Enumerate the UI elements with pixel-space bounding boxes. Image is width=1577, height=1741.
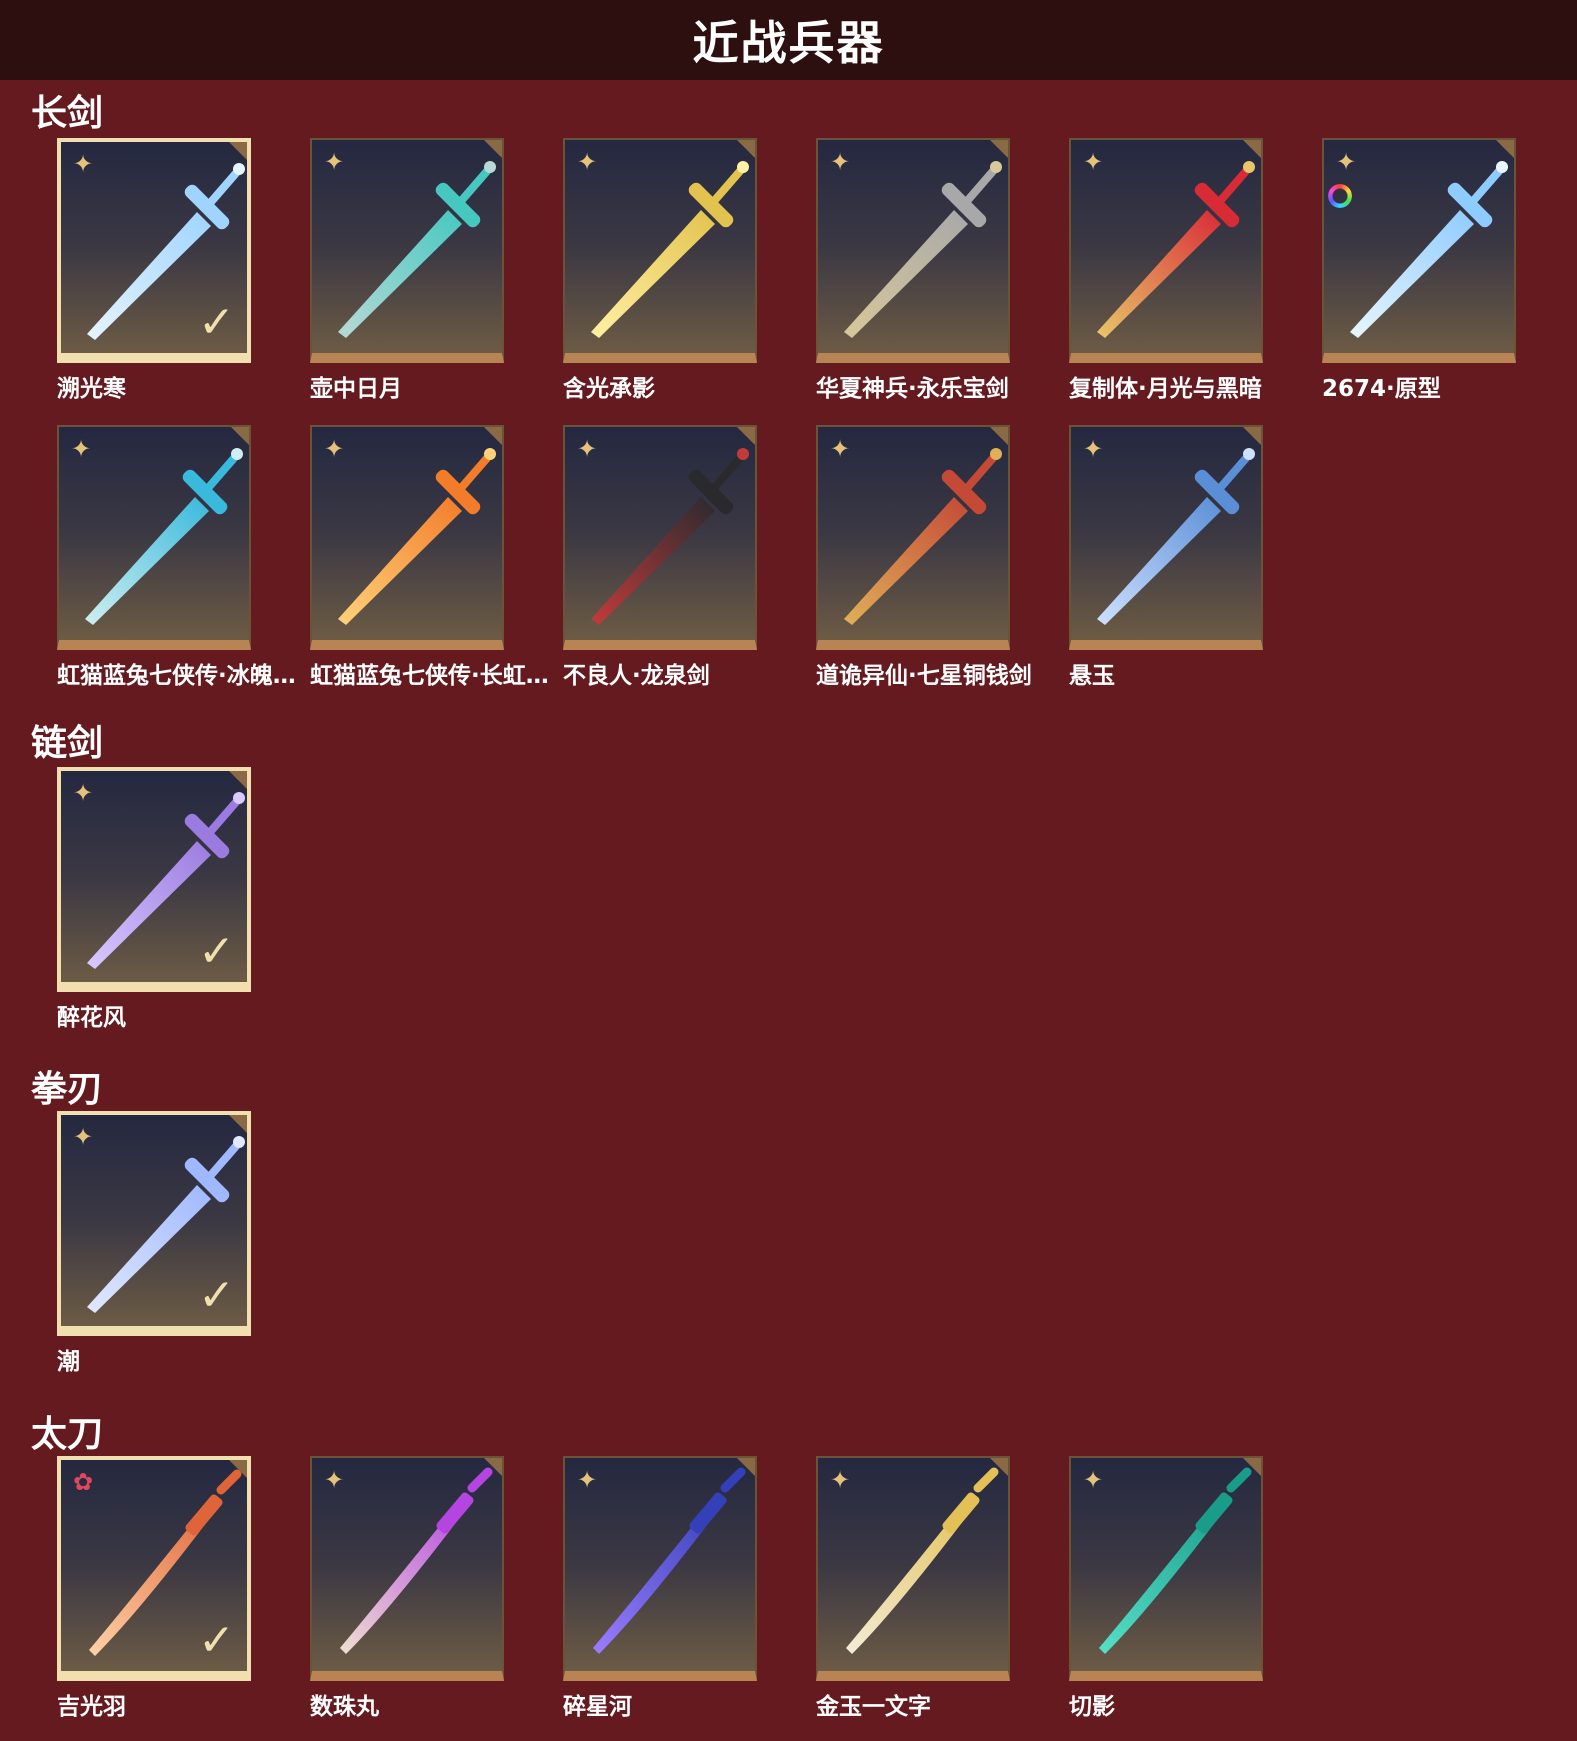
weapon-card[interactable]: ✦	[1069, 1456, 1263, 1681]
weapon-name: 道诡异仙·七星铜钱剑	[816, 663, 1032, 689]
weapon-card[interactable]: ✦	[310, 425, 504, 650]
rarity-star-icon: ✿	[72, 1468, 94, 1496]
rarity-star-icon: ✦	[72, 1123, 94, 1151]
weapon-name: 金玉一文字	[816, 1694, 931, 1720]
weapon-name: 2674·原型	[1322, 376, 1441, 402]
weapon-name: 虹猫蓝兔七侠传·冰魄…	[57, 663, 296, 689]
checkmark-icon: ✓	[198, 1270, 235, 1321]
weapon-card[interactable]: ✦ ✓	[57, 767, 251, 992]
weapon-card[interactable]: ✦	[563, 425, 757, 650]
weapon-name: 悬玉	[1069, 663, 1115, 689]
checkmark-icon: ✓	[198, 926, 235, 977]
weapon-card[interactable]: ✦	[563, 138, 757, 363]
weapon-name: 不良人·龙泉剑	[563, 663, 710, 689]
rarity-star-icon: ✦	[72, 779, 94, 807]
weapon-card[interactable]: ✦	[1069, 138, 1263, 363]
weapon-card[interactable]: ✦ ✓	[57, 1111, 251, 1336]
rarity-star-icon: ✦	[323, 148, 345, 176]
rarity-star-icon: ✦	[576, 435, 598, 463]
weapon-card[interactable]: ✦	[816, 138, 1010, 363]
checkmark-icon: ✓	[198, 1615, 235, 1666]
weapon-card[interactable]: ✦	[310, 1456, 504, 1681]
weapon-name: 切影	[1069, 1694, 1115, 1720]
rarity-star-icon: ✦	[1082, 148, 1104, 176]
weapon-name: 醉花风	[57, 1005, 126, 1031]
weapon-name: 含光承影	[563, 376, 655, 402]
weapon-name: 虹猫蓝兔七侠传·长虹…	[310, 663, 549, 689]
rarity-star-icon: ✦	[70, 435, 92, 463]
rarity-star-icon: ✦	[72, 150, 94, 178]
weapon-name: 潮	[57, 1349, 80, 1375]
rarity-star-icon: ✦	[323, 1466, 345, 1494]
rarity-star-icon: ✦	[829, 435, 851, 463]
weapon-card[interactable]: ✦	[816, 425, 1010, 650]
weapon-name: 华夏神兵·永乐宝剑	[816, 376, 1009, 402]
weapon-card[interactable]: ✦	[57, 425, 251, 650]
page-header: 近战兵器	[0, 0, 1577, 80]
page-title: 近战兵器	[692, 16, 885, 70]
section-title-fist-blade: 拳刃	[31, 1069, 104, 1110]
rarity-star-icon: ✦	[576, 148, 598, 176]
rarity-star-icon: ✦	[1082, 435, 1104, 463]
weapon-card[interactable]: ✿ ✓	[57, 1456, 251, 1681]
weapon-name: 数珠丸	[310, 1694, 379, 1720]
weapon-name: 壶中日月	[310, 376, 402, 402]
weapon-name: 溯光寒	[57, 376, 126, 402]
section-title-longsword: 长剑	[31, 93, 104, 134]
rarity-star-icon: ✦	[829, 1466, 851, 1494]
weapon-name: 复制体·月光与黑暗	[1069, 376, 1262, 402]
color-wheel-icon[interactable]	[1328, 184, 1352, 208]
rarity-star-icon: ✦	[576, 1466, 598, 1494]
weapon-name: 吉光羽	[57, 1694, 126, 1720]
checkmark-icon: ✓	[198, 297, 235, 348]
weapon-card[interactable]: ✦	[1069, 425, 1263, 650]
weapon-name: 碎星河	[563, 1694, 632, 1720]
section-title-tachi: 太刀	[31, 1414, 104, 1455]
rarity-star-icon: ✦	[1082, 1466, 1104, 1494]
weapon-card[interactable]: ✦	[310, 138, 504, 363]
section-title-chain-sword: 链剑	[31, 723, 104, 764]
rarity-star-icon: ✦	[1335, 148, 1357, 176]
rarity-star-icon: ✦	[323, 435, 345, 463]
rarity-star-icon: ✦	[829, 148, 851, 176]
weapon-card[interactable]: ✦	[563, 1456, 757, 1681]
weapon-card[interactable]: ✦	[1322, 138, 1516, 363]
weapon-card[interactable]: ✦ ✓	[57, 138, 251, 363]
weapon-card[interactable]: ✦	[816, 1456, 1010, 1681]
